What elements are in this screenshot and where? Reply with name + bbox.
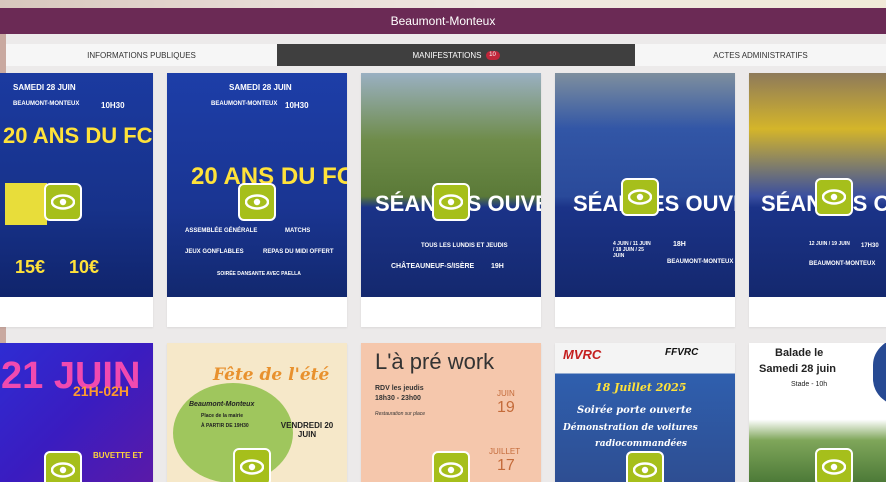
tab-informations-publiques[interactable]: INFORMATIONS PUBLIQUES [6, 44, 277, 66]
poster-dates: 12 JUIN / 19 JUIN [809, 241, 850, 247]
eye-icon [628, 189, 652, 205]
view-button[interactable] [44, 451, 82, 482]
poster-day: 19 [497, 399, 515, 416]
poster-line: REPAS DU MIDI OFFERT [263, 249, 334, 255]
eye-icon [633, 462, 657, 478]
view-button[interactable] [238, 183, 276, 221]
eye-icon [51, 194, 75, 210]
poster-date: SAMEDI 28 JUIN [229, 83, 292, 92]
title-bar: Beaumont-Monteux [0, 8, 886, 34]
poster-day: 17 [497, 457, 515, 474]
poster-time: 10H30 [285, 101, 309, 110]
poster-title: Balade le [775, 347, 824, 359]
poster-time: 19H [491, 263, 504, 270]
poster-line: ASSEMBLÉE GÉNÉRALE [185, 228, 258, 234]
poster-hours: 21H-02H [73, 383, 130, 399]
poster-date: 18 Juillet 2025 [595, 381, 687, 394]
eye-icon [439, 194, 463, 210]
view-button[interactable] [815, 178, 853, 216]
poster-time: 17H30 [861, 243, 879, 249]
view-button[interactable] [432, 451, 470, 482]
poster-place: Beaumont-Monteux [189, 401, 255, 408]
view-button[interactable] [233, 448, 271, 482]
event-card[interactable]: MVRC FFVRC 18 Juillet 2025 Soirée porte … [555, 343, 735, 482]
event-card[interactable]: SÉANCES OUVERTES 12 JUIN / 19 JUIN 17H30… [749, 73, 886, 327]
poster-sub: radiocommandées [595, 439, 688, 449]
poster-time: 10H30 [101, 101, 125, 110]
eye-icon [822, 189, 846, 205]
event-card[interactable]: SÉANCES OUVERTES 4 JUIN / 11 JUIN / 18 J… [555, 73, 735, 327]
poster-title: Fête de l'été [213, 365, 330, 385]
poster-sub: À PARTIR DE 19H30 [201, 423, 249, 429]
tab-bar: INFORMATIONS PUBLIQUES MANIFESTATIONS 10… [6, 44, 886, 66]
poster-date: SAMEDI 28 JUIN [13, 83, 76, 92]
view-button[interactable] [44, 183, 82, 221]
view-button[interactable] [626, 451, 664, 482]
poster-place: BEAUMONT-MONTEUX [211, 101, 278, 107]
tab-label: ACTES ADMINISTRATIFS [713, 50, 808, 60]
tab-manifestations[interactable]: MANIFESTATIONS 10 [277, 44, 635, 66]
tab-label: MANIFESTATIONS [412, 50, 482, 60]
qr-code [5, 183, 47, 225]
poster-info: TOUS LES LUNDIS ET JEUDIS [421, 243, 508, 249]
tab-label: INFORMATIONS PUBLIQUES [87, 50, 196, 60]
poster-place: BEAUMONT-MONTEUX [809, 261, 876, 267]
event-card[interactable]: SAMEDI 28 JUIN BEAUMONT-MONTEUX 10H30 20… [167, 73, 347, 327]
view-button[interactable] [432, 183, 470, 221]
poster-month: JUIN [497, 389, 515, 398]
poster-sub: 18h30 - 23h00 [375, 395, 421, 402]
view-button[interactable] [815, 448, 853, 482]
poster-place: BEAUMONT-MONTEUX [667, 259, 734, 265]
poster-title: Soirée porte ouverte [577, 405, 692, 416]
poster-date: VENDREDI 20 JUIN [280, 421, 334, 439]
event-card[interactable]: Balade le Samedi 28 juin Stade - 10h [749, 343, 886, 482]
event-card[interactable]: 21 JUIN 21H-02H BUVETTE ET [0, 343, 153, 482]
poster-sub: Stade - 10h [791, 381, 828, 388]
poster-time: 18H [673, 241, 686, 248]
tab-actes-administratifs[interactable]: ACTES ADMINISTRATIFS [635, 44, 886, 66]
eye-icon [822, 459, 846, 475]
poster-line: BUVETTE ET [93, 451, 143, 460]
event-card[interactable]: Fête de l'été Beaumont-Monteux Place de … [167, 343, 347, 482]
poster-place: CHÂTEAUNEUF-S/ISÈRE [391, 263, 475, 270]
poster-line: JEUX GONFLABLES [185, 249, 244, 255]
poster-month: JUILLET [489, 447, 521, 456]
eye-icon [245, 194, 269, 210]
poster-brand: FFVRC [665, 347, 699, 358]
poster-title: Samedi 28 juin [759, 363, 837, 375]
eye-icon [240, 459, 264, 475]
count-badge: 10 [485, 50, 500, 60]
poster-line: SOIRÉE DANSANTE AVEC PAELLA [217, 271, 301, 277]
poster-title: 20 ANS DU FCH [3, 123, 153, 148]
event-card[interactable]: SAMEDI 28 JUIN BEAUMONT-MONTEUX 10H30 20… [0, 73, 153, 327]
poster-title: L'à pré work [375, 349, 495, 374]
poster-blob [873, 343, 886, 407]
poster-line: MATCHS [285, 228, 311, 234]
poster-sub: Démonstration de voitures [563, 423, 698, 433]
poster-sub: RDV les jeudis [375, 385, 424, 392]
poster-price-child: 10€ [69, 257, 100, 277]
poster-sub: Place de la mairie [201, 413, 243, 419]
poster-price-adult: 15€ [15, 257, 46, 277]
event-card[interactable]: L'à pré work RDV les jeudis 18h30 - 23h0… [361, 343, 541, 482]
poster-dates: 4 JUIN / 11 JUIN / 18 JUIN / 25 JUIN [613, 241, 651, 259]
view-button[interactable] [621, 178, 659, 216]
page-title: Beaumont-Monteux [390, 14, 496, 28]
poster-place: BEAUMONT-MONTEUX [13, 101, 80, 107]
eye-icon [51, 462, 75, 478]
poster-brand: MVRC [563, 347, 602, 362]
eye-icon [439, 462, 463, 478]
event-card[interactable]: SÉANCES OUVERTES TOUS LES LUNDIS ET JEUD… [361, 73, 541, 327]
poster-sub: Restauration sur place [375, 411, 426, 417]
